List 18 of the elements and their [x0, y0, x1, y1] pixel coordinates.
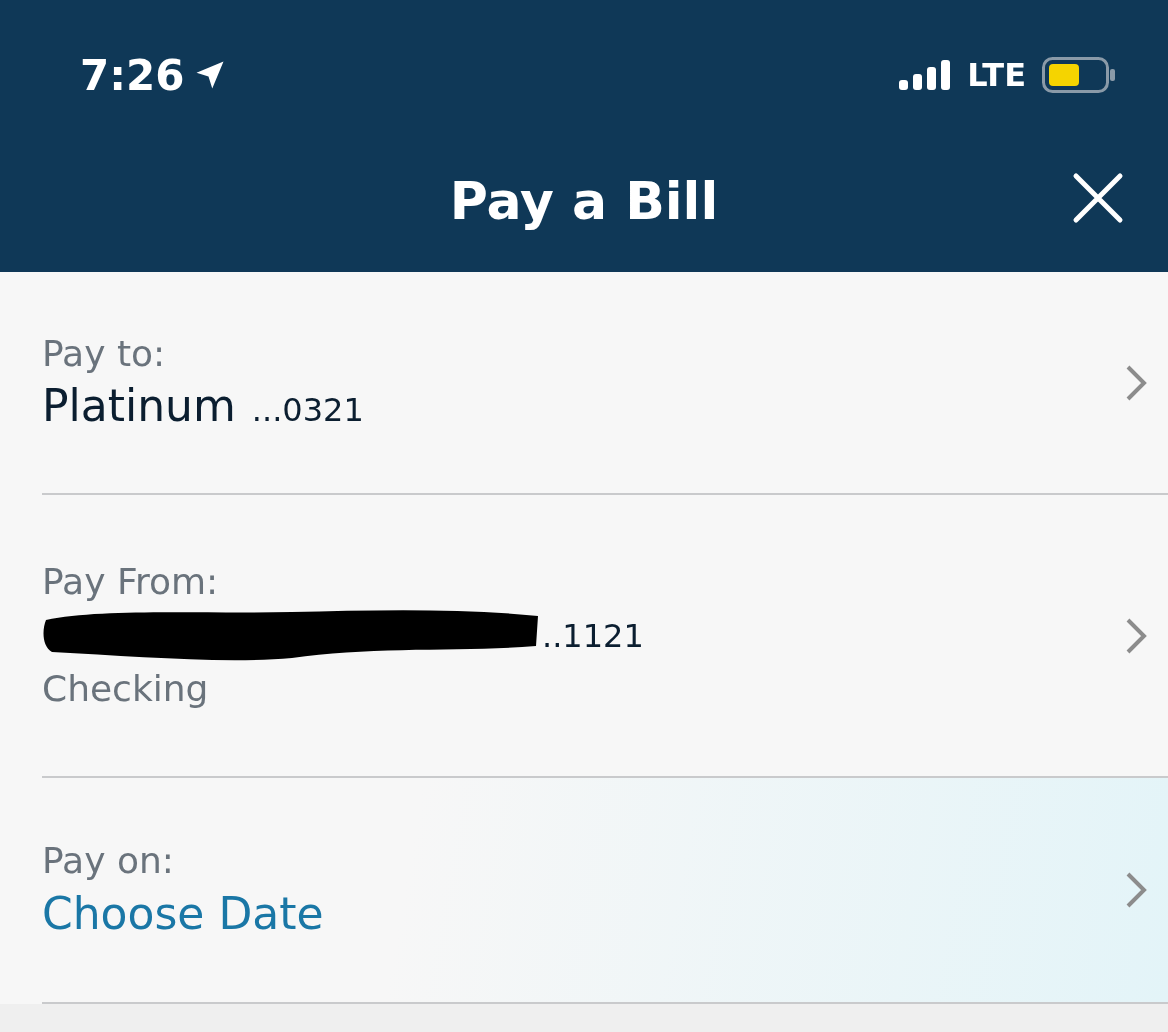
- screen-title: Pay a Bill: [449, 170, 719, 233]
- status-time: 7:26: [80, 49, 185, 102]
- account-type: Checking: [42, 666, 210, 711]
- account-suffix: ..1121: [542, 615, 644, 657]
- choose-date-link[interactable]: Choose Date: [42, 884, 324, 942]
- battery-icon: [1042, 57, 1116, 93]
- form-row[interactable]: Pay to: Platinum ...0321: [0, 272, 1168, 495]
- form-row[interactable]: Pay on: Choose Date: [0, 778, 1168, 1004]
- form-row[interactable]: Pay From: ..1121 Checking: [0, 495, 1168, 778]
- field-label: Pay From:: [42, 559, 220, 604]
- payee-name: Platinum: [42, 379, 236, 434]
- signal-icon: [899, 60, 952, 90]
- field-label: Pay to:: [42, 331, 167, 376]
- network-type: LTE: [967, 55, 1026, 96]
- close-button[interactable]: [1072, 172, 1124, 224]
- account-suffix: ...0321: [251, 390, 364, 432]
- chevron-right-icon: [1124, 870, 1148, 910]
- field-label: Pay on:: [42, 839, 175, 883]
